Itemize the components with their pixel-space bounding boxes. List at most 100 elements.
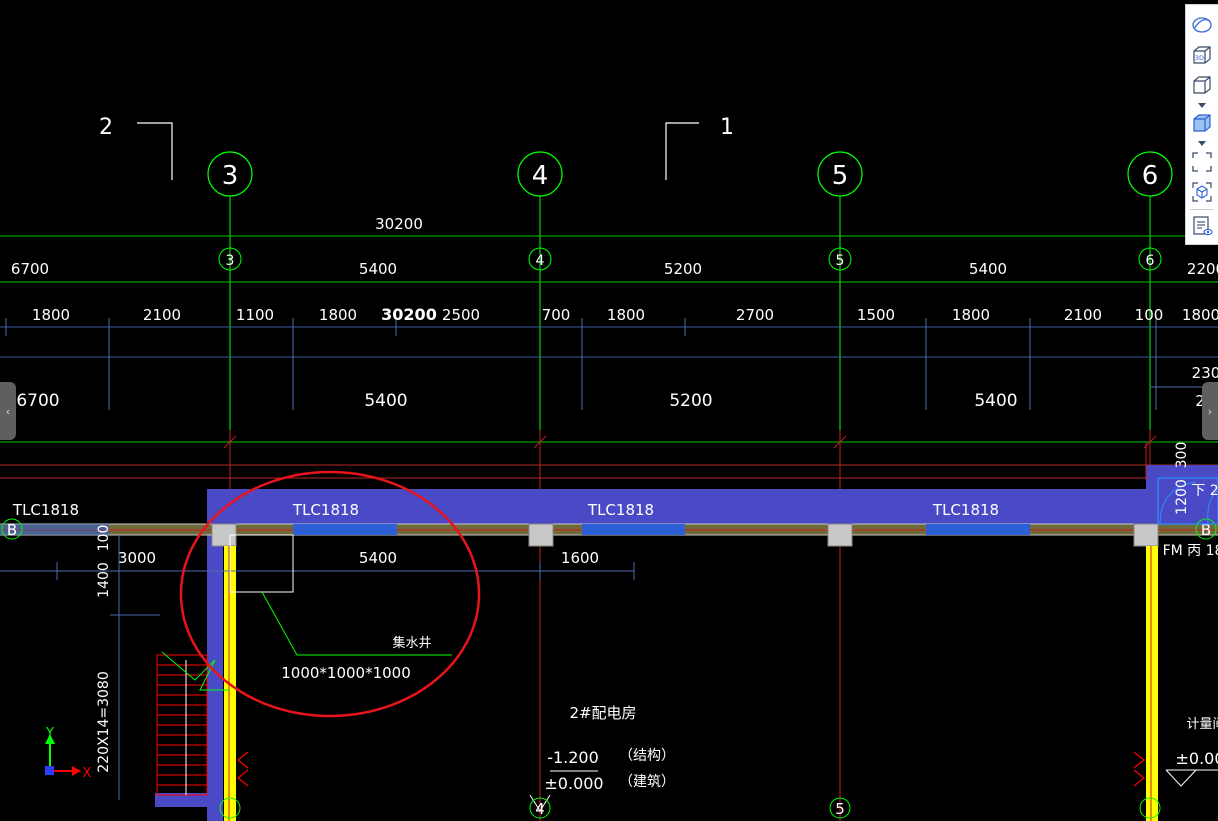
properties-panel-icon [1193,216,1213,236]
ucs-icon: Y X [45,726,92,781]
svg-text:5400: 5400 [359,549,397,567]
view-cube-dropdown-caret[interactable] [1198,103,1206,108]
svg-text:集水井: 集水井 [392,635,431,651]
view-cube-icon [1193,76,1211,94]
svg-text:（结构）: （结构） [619,748,675,764]
svg-text:5: 5 [832,161,849,191]
svg-text:1500: 1500 [857,306,895,324]
svg-text:6700: 6700 [11,260,49,278]
svg-text:6: 6 [1146,253,1155,269]
grid-axis-bubble-4: 4 [517,151,563,197]
svg-text:700: 700 [542,306,571,324]
svg-text:1200: 1200 [1174,479,1190,515]
svg-text:±0.00: ±0.00 [1175,749,1218,768]
svg-text:6700: 6700 [16,391,59,411]
view-cube-button[interactable] [1190,73,1214,97]
view-toolbar: 3D [1185,4,1218,245]
svg-text:3: 3 [222,161,239,191]
shaded-cube-icon [1193,114,1211,132]
grid-axis-bubble-5: 5 [817,151,863,197]
grid-axis-bottom-bubbles: 4 5 [219,797,1161,819]
zoom-extents-button[interactable] [1190,150,1214,174]
svg-text:-1.200: -1.200 [547,748,599,767]
svg-text:5400: 5400 [364,391,407,411]
svg-text:1800: 1800 [952,306,990,324]
shaded-view-dropdown-caret[interactable] [1198,141,1206,146]
svg-text:2100: 2100 [1064,306,1102,324]
room-label: 2#配电房 [569,704,636,722]
svg-text:230: 230 [1192,364,1218,382]
svg-text:FM 丙 18: FM 丙 18 [1163,543,1218,559]
svg-text:X: X [83,766,92,781]
sump-pit: 集水井 1000*1000*1000 [229,534,452,682]
svg-text:2100: 2100 [143,306,181,324]
svg-text:300: 300 [1174,442,1190,469]
grid-axis-bubble-3: 3 [207,151,253,197]
svg-text:5400: 5400 [969,260,1007,278]
svg-text:1800: 1800 [32,306,70,324]
svg-text:下 2: 下 2 [1191,483,1218,499]
svg-text:Y: Y [45,726,54,741]
cad-canvas[interactable]: 2 1 3 4 5 6 3 4 5 6 30200 6700 5400 5200… [0,0,1218,821]
overall-dimension-mid: 30200 [381,305,437,324]
3d-view-icon: 3D [1193,46,1211,64]
grid-axis-bubble-6: 6 [1127,151,1173,197]
svg-text:2: 2 [99,115,113,140]
svg-text:30200: 30200 [381,305,437,324]
wall-band [0,523,1218,536]
svg-text:2#配电房: 2#配电房 [569,704,636,722]
svg-text:1800: 1800 [319,306,357,324]
svg-text:5: 5 [836,253,845,269]
svg-text:1800: 1800 [1182,306,1218,324]
section-marker-1: 1 [665,115,734,180]
svg-text:2500: 2500 [442,306,480,324]
svg-text:3D: 3D [1195,54,1204,62]
svg-text:4: 4 [536,253,545,269]
svg-text:1: 1 [720,115,734,140]
svg-text:3: 3 [226,253,235,269]
yellow-walls [224,546,1158,821]
left-panel-tab[interactable]: ‹ [0,382,16,440]
chevron-left-icon: ‹ [5,404,11,418]
shaded-view-button[interactable] [1190,111,1214,135]
svg-text:TLC1818: TLC1818 [932,501,999,519]
isometric-view-icon [1192,182,1212,202]
dimension-lines [0,235,1218,479]
dimension-row-1: 6700 5400 5200 5400 2200 [11,260,1218,278]
svg-text:4: 4 [535,800,545,818]
svg-text:1400: 1400 [96,562,112,598]
zoom-extents-icon [1192,152,1212,172]
3d-view-button[interactable]: 3D [1190,43,1214,67]
svg-text:5200: 5200 [669,391,712,411]
dimension-row-2: 1800 2100 1100 1800 2500 700 1800 2700 1… [32,306,1218,324]
door-markers [237,751,1145,787]
elevation-markers: -1.200 （结构） ±0.000 （建筑） 计量间 ±0.00 [529,717,1218,812]
svg-text:1100: 1100 [236,306,274,324]
svg-text:6: 6 [1142,161,1159,191]
svg-text:2200: 2200 [1187,260,1218,278]
orbit-icon [1192,17,1212,33]
svg-text:5200: 5200 [664,260,702,278]
isometric-view-button[interactable] [1190,180,1214,204]
svg-text:5400: 5400 [974,391,1017,411]
right-panel-tab[interactable]: › [1202,382,1218,440]
svg-text:TLC1818: TLC1818 [292,501,359,519]
svg-text:4: 4 [532,161,549,191]
svg-text:2700: 2700 [736,306,774,324]
svg-text:±0.000: ±0.000 [544,774,603,793]
chevron-right-icon: › [1207,404,1213,418]
svg-text:计量间: 计量间 [1186,717,1218,732]
toolbar-separator [1190,209,1214,210]
svg-text:B: B [7,521,17,539]
svg-text:3000: 3000 [118,549,156,567]
properties-panel-button[interactable] [1190,214,1214,238]
svg-text:100: 100 [1135,306,1164,324]
orbit-button[interactable] [1190,13,1214,37]
svg-text:5: 5 [835,800,845,818]
svg-text:1000*1000*1000: 1000*1000*1000 [281,664,411,682]
overall-dimension: 30200 [375,215,423,233]
svg-text:TLC1818: TLC1818 [587,501,654,519]
svg-text:100: 100 [96,525,112,552]
svg-text:1800: 1800 [607,306,645,324]
dimension-row-3: 6700 5400 5200 5400 [16,391,1017,411]
